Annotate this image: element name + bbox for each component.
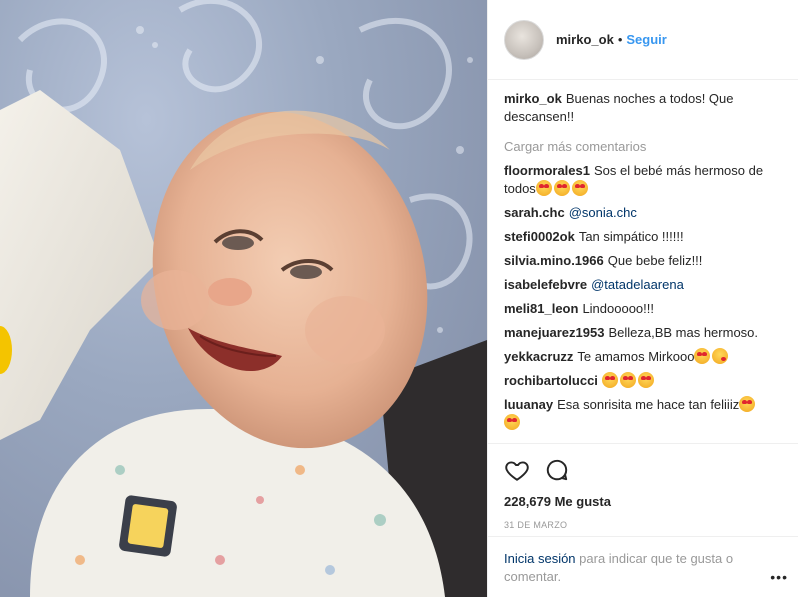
heart-eyes-emoji-icon bbox=[571, 180, 588, 196]
load-more-comments-button[interactable]: Cargar más comentarios bbox=[504, 138, 782, 156]
comment-item: yekkacruzz Te amamos Mirkooo bbox=[504, 348, 782, 366]
avatar[interactable] bbox=[504, 19, 544, 60]
login-prompt: Inicia sesión para indicar que te gusta … bbox=[488, 536, 798, 586]
comment-item: floormorales1 Sos el bebé más hermoso de … bbox=[504, 162, 782, 198]
comment-username[interactable]: isabelefebvre bbox=[504, 277, 587, 292]
post-caption: mirko_ok Buenas noches a todos! Que desca… bbox=[504, 90, 782, 126]
comment-username[interactable]: floormorales1 bbox=[504, 163, 590, 178]
heart-eyes-emoji-icon bbox=[504, 414, 520, 430]
post-panel: mirko_ok • Seguir mirko_ok Buenas noches … bbox=[487, 0, 798, 597]
comment-text: Te amamos Mirkooo bbox=[577, 349, 695, 364]
comment-text: Lindooooo!!! bbox=[582, 301, 655, 316]
comment-username[interactable]: rochibartolucci bbox=[504, 373, 598, 388]
post-actions: 228,679 Me gusta 31 DE MARZO bbox=[488, 443, 798, 530]
separator-dot: • bbox=[617, 32, 623, 47]
heart-eyes-emoji-icon bbox=[601, 372, 618, 388]
more-options-icon[interactable]: ••• bbox=[770, 569, 788, 585]
comment-username[interactable]: meli81_leon bbox=[504, 301, 578, 316]
comment-text: Esa sonrisita me hace tan feliiiz bbox=[557, 397, 740, 412]
follow-button[interactable]: Seguir bbox=[626, 32, 666, 47]
action-icons bbox=[504, 456, 782, 484]
comment-text: Tan simpático !!!!!! bbox=[578, 229, 684, 244]
comments-list[interactable]: mirko_ok Buenas noches a todos! Que desca… bbox=[504, 90, 798, 442]
heart-eyes-emoji-icon bbox=[535, 180, 552, 196]
comment-bubble-icon[interactable] bbox=[544, 457, 570, 483]
comment-item: stefi0002ok Tan simpático !!!!!! bbox=[504, 228, 782, 246]
comment-username[interactable]: silvia.mino.1966 bbox=[504, 253, 604, 268]
like-count[interactable]: 228,679 Me gusta bbox=[504, 494, 782, 509]
comment-text: Belleza,BB mas hermoso. bbox=[608, 325, 759, 340]
comment-item: luuanay Esa sonrisita me hace tan feliiiz bbox=[504, 396, 782, 432]
comment-item: meli81_leon Lindooooo!!! bbox=[504, 300, 782, 318]
heart-eyes-emoji-icon bbox=[739, 396, 756, 412]
comment-item: silvia.mino.1966 Que bebe feliz!!! bbox=[504, 252, 782, 270]
author-username[interactable]: mirko_ok bbox=[556, 32, 614, 47]
login-link[interactable]: Inicia sesión bbox=[504, 551, 576, 566]
kiss-emoji-icon bbox=[712, 348, 729, 364]
post-header: mirko_ok • Seguir bbox=[488, 0, 798, 80]
comment-item: manejuarez1953 Belleza,BB mas hermoso. bbox=[504, 324, 782, 342]
comment-item: rochibartolucci bbox=[504, 372, 782, 390]
comment-item: isabelefebvre @tatadelaarena bbox=[504, 276, 782, 294]
caption-username[interactable]: mirko_ok bbox=[504, 91, 562, 106]
comment-username[interactable]: stefi0002ok bbox=[504, 229, 575, 244]
comment-item: sarah.chc @sonia.chc bbox=[504, 204, 782, 222]
comment-username[interactable]: yekkacruzz bbox=[504, 349, 573, 364]
heart-eyes-emoji-icon bbox=[694, 348, 711, 364]
heart-eyes-emoji-icon bbox=[619, 372, 636, 388]
heart-outline-icon[interactable] bbox=[504, 457, 530, 483]
post-date: 31 DE MARZO bbox=[504, 520, 568, 530]
heart-eyes-emoji-icon bbox=[553, 180, 570, 196]
baby-photo-illustration bbox=[0, 0, 487, 597]
comment-text: Que bebe feliz!!! bbox=[607, 253, 703, 268]
heart-eyes-emoji-icon bbox=[637, 372, 654, 388]
comment-username[interactable]: luuanay bbox=[504, 397, 553, 412]
comment-mention[interactable]: @sonia.chc bbox=[569, 205, 637, 220]
comment-username[interactable]: sarah.chc bbox=[504, 205, 565, 220]
comment-username[interactable]: manejuarez1953 bbox=[504, 325, 604, 340]
comment-mention[interactable]: @tatadelaarena bbox=[591, 277, 684, 292]
post-photo[interactable] bbox=[0, 0, 487, 597]
